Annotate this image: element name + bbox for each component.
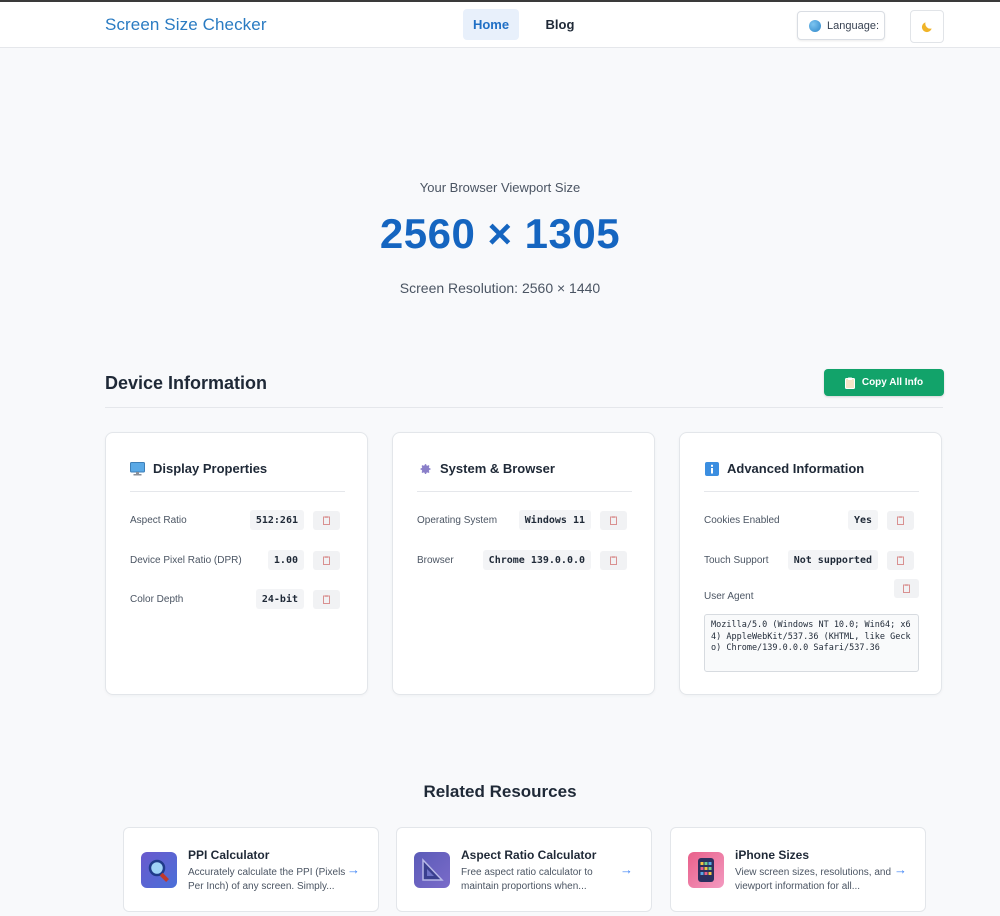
os-label: Operating System xyxy=(417,515,498,526)
display-properties-card: Display Properties Aspect Ratio 512:261 … xyxy=(105,432,368,695)
resource-description: Accurately calculate the PPI (Pixels Per… xyxy=(188,867,346,892)
device-info-title: Device Information xyxy=(105,373,268,393)
cookies-label: Cookies Enabled xyxy=(704,515,780,526)
copy-color-depth-button[interactable] xyxy=(313,590,340,609)
copy-dpr-button[interactable] xyxy=(313,551,340,570)
arrow-right-icon: → xyxy=(894,862,907,877)
clipboard-icon xyxy=(610,556,617,565)
theme-toggle-button[interactable] xyxy=(910,10,944,43)
browser-row: Browser Chrome 139.0.0.0 xyxy=(417,550,632,572)
cookies-row: Cookies Enabled Yes xyxy=(704,510,919,532)
resource-title: Aspect Ratio Calculator xyxy=(461,848,597,862)
touch-support-label: Touch Support xyxy=(704,555,769,566)
resource-title: iPhone Sizes xyxy=(735,848,810,862)
copy-os-button[interactable] xyxy=(600,511,627,530)
browser-value: Chrome 139.0.0.0 xyxy=(482,550,591,570)
monitor-icon xyxy=(130,461,145,476)
resource-title: PPI Calculator xyxy=(188,848,270,862)
site-header: Screen Size Checker Home Blog Language: xyxy=(0,2,1000,48)
cookies-value: Yes xyxy=(847,510,878,530)
touch-support-value: Not supported xyxy=(787,550,878,570)
system-browser-card: System & Browser Operating System Window… xyxy=(392,432,655,695)
language-selector[interactable]: Language: xyxy=(797,11,885,40)
aspect-ratio-row: Aspect Ratio 512:261 xyxy=(130,510,345,532)
section-divider xyxy=(105,407,943,408)
dpr-label: Device Pixel Ratio (DPR) xyxy=(130,555,242,566)
arrow-right-icon: → xyxy=(347,862,360,877)
clipboard-icon xyxy=(323,556,330,565)
advanced-information-card: Advanced Information Cookies Enabled Yes… xyxy=(679,432,942,695)
copy-user-agent-button[interactable] xyxy=(894,579,919,598)
card-title: Display Properties xyxy=(130,461,267,476)
color-depth-label: Color Depth xyxy=(130,594,184,605)
aspect-ratio-label: Aspect Ratio xyxy=(130,515,187,526)
clipboard-icon xyxy=(844,377,855,389)
nav-blog-link[interactable]: Blog xyxy=(535,9,585,40)
phone-icon xyxy=(688,852,724,888)
user-agent-label: User Agent xyxy=(704,591,754,602)
advanced-information-title: Advanced Information xyxy=(727,461,865,476)
system-browser-title: System & Browser xyxy=(440,461,555,476)
language-label: Language: xyxy=(827,19,879,32)
os-value: Windows 11 xyxy=(518,510,591,530)
clipboard-icon xyxy=(610,516,617,525)
card-divider xyxy=(417,491,632,492)
resource-card-ppi-calculator[interactable]: PPI Calculator Accurately calculate the … xyxy=(123,827,379,912)
color-depth-row: Color Depth 24-bit xyxy=(130,589,345,611)
brand-logo-link[interactable]: Screen Size Checker xyxy=(105,15,267,35)
nav-home-link[interactable]: Home xyxy=(463,9,519,40)
user-agent-textarea[interactable]: Mozilla/5.0 (Windows NT 10.0; Win64; x64… xyxy=(704,614,919,672)
moon-icon xyxy=(921,21,932,32)
copy-all-label: Copy All Info xyxy=(861,377,924,388)
screen-resolution-text: Screen Resolution: 2560 × 1440 xyxy=(399,280,601,296)
globe-icon xyxy=(809,19,821,32)
copy-touch-support-button[interactable] xyxy=(887,551,914,570)
clipboard-icon xyxy=(897,556,904,565)
card-title: System & Browser xyxy=(417,461,555,476)
viewport-size-value: 2560 × 1305 xyxy=(379,210,621,257)
dpr-value: 1.00 xyxy=(267,550,304,570)
copy-cookies-button[interactable] xyxy=(887,511,914,530)
clipboard-icon xyxy=(897,516,904,525)
arrow-right-icon: → xyxy=(620,862,633,877)
clipboard-icon xyxy=(323,516,330,525)
copy-aspect-ratio-button[interactable] xyxy=(313,511,340,530)
card-divider xyxy=(130,491,345,492)
color-depth-value: 24-bit xyxy=(255,589,304,609)
browser-label: Browser xyxy=(417,555,454,566)
card-divider xyxy=(704,491,919,492)
gear-icon xyxy=(417,462,432,476)
resource-card-aspect-ratio-calculator[interactable]: Aspect Ratio Calculator Free aspect rati… xyxy=(396,827,652,912)
magnifier-icon xyxy=(141,852,177,888)
os-row: Operating System Windows 11 xyxy=(417,510,632,532)
clipboard-icon xyxy=(323,595,330,604)
copy-all-info-button[interactable]: Copy All Info xyxy=(824,369,944,396)
user-agent-row: User Agent xyxy=(704,579,919,609)
aspect-ratio-value: 512:261 xyxy=(249,510,304,530)
resource-description: View screen sizes, resolutions, and view… xyxy=(735,867,892,892)
touch-support-row: Touch Support Not supported xyxy=(704,550,919,572)
viewport-label: Your Browser Viewport Size xyxy=(419,180,581,195)
display-properties-title: Display Properties xyxy=(153,461,268,476)
related-resources-title: Related Resources xyxy=(423,782,577,801)
triangle-ruler-icon xyxy=(414,852,450,888)
info-icon xyxy=(704,461,719,476)
card-title: Advanced Information xyxy=(704,461,864,476)
copy-browser-button[interactable] xyxy=(600,551,627,570)
resource-card-iphone-sizes[interactable]: iPhone Sizes View screen sizes, resoluti… xyxy=(670,827,926,912)
clipboard-icon xyxy=(903,584,910,593)
resource-description: Free aspect ratio calculator to maintain… xyxy=(461,867,593,892)
dpr-row: Device Pixel Ratio (DPR) 1.00 xyxy=(130,550,345,572)
